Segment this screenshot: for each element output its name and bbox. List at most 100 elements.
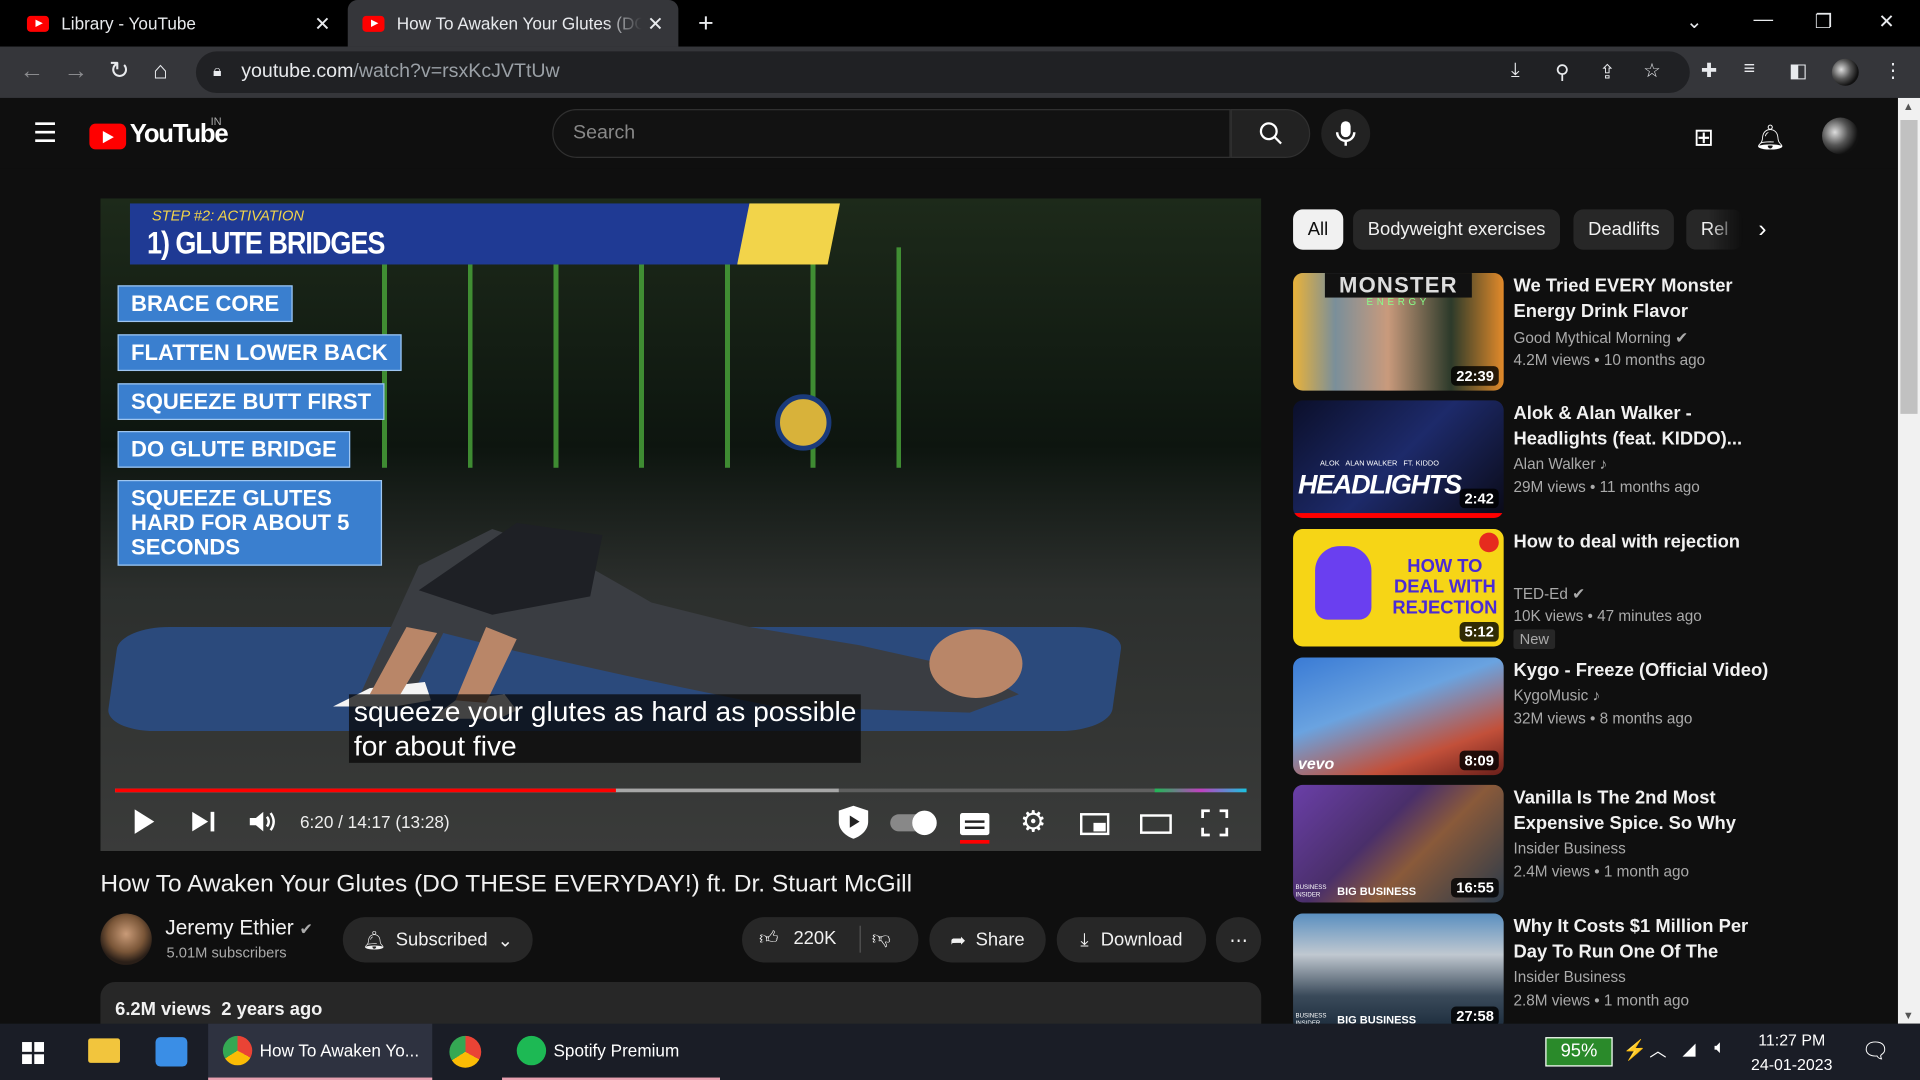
reload-icon[interactable]: ↻ [109,59,130,83]
recommendation-item[interactable]: vevo 8:09 Kygo - Freeze (Official Video)… [1293,657,1768,776]
sponsorblock-shield-icon[interactable] [835,803,872,840]
rec-title[interactable]: Why It Costs $1 Million Per Day To Run O… [1513,913,1770,964]
media-control-icon[interactable]: ≡ [1744,59,1755,81]
video-thumbnail[interactable]: vevo 8:09 [1293,657,1504,776]
scroll-up-icon[interactable]: ▲ [1903,100,1914,112]
dislike-button[interactable]: 👎︎ [872,928,891,950]
page-scrollbar[interactable]: ▲ ▼ [1897,97,1920,1024]
rec-channel[interactable]: Insider Business [1513,840,1625,857]
notifications-bell-icon[interactable]: 🔔︎ [1755,122,1786,153]
tab-current-video[interactable]: How To Awaken Your Glutes (DO THESE EVER… [347,0,679,47]
recommendation-item[interactable]: MONSTER ENERGY 22:39 We Tried EVERY Mons… [1293,273,1758,391]
video-thumbnail[interactable]: BUSINESS INSIDER BIG BUSINESS 16:55 [1293,784,1504,903]
address-bar[interactable]: 🔒︎ youtube.com/watch?v=rsxKcJVTtUw ⤓ ⚲ ⇪… [195,51,1690,94]
video-thumbnail[interactable]: MONSTER ENERGY 22:39 [1293,273,1504,391]
video-thumbnail[interactable]: ALOK ALAN WALKER FT. KIDDO HEADLIGHTS 2:… [1293,400,1504,518]
chip-all[interactable]: All [1293,209,1343,250]
install-app-icon[interactable]: ⤓ [1511,60,1520,82]
file-explorer-icon[interactable] [88,1038,121,1063]
battery-indicator[interactable]: 95% [1545,1037,1613,1067]
vevo-logo: vevo [1297,754,1335,773]
browser-menu-icon[interactable]: ⋮ [1883,59,1903,83]
speaker-icon[interactable]: 🔈︎ [1714,1037,1725,1058]
notification-center-icon[interactable]: 🗨︎ [1861,1038,1889,1064]
search-button[interactable] [1230,108,1311,158]
rec-title[interactable]: We Tried EVERY Monster Energy Drink Flav… [1513,273,1770,324]
youtube-logo-icon[interactable] [89,123,127,150]
download-button[interactable]: ⤓ Download [1056,917,1207,963]
rec-channel[interactable]: KygoMusic ♪ [1513,687,1600,704]
rec-title[interactable]: Kygo - Freeze (Official Video) [1513,658,1770,684]
miniplayer-icon[interactable] [1080,813,1110,836]
new-tab-button[interactable]: + [698,7,714,39]
rec-title[interactable]: How to deal with rejection [1513,529,1770,555]
tab-search-icon[interactable]: ⌄ [1686,10,1702,34]
system-clock[interactable]: 11:27 PM 24-01-2023 [1751,1029,1832,1078]
chip-deadlifts[interactable]: Deadlifts [1573,209,1675,250]
windows-start-icon[interactable] [22,1042,45,1065]
zoom-icon[interactable]: ⚲ [1555,60,1569,84]
account-avatar[interactable] [1822,117,1859,155]
taskbar-chrome-window[interactable]: How To Awaken Yo... [208,1023,433,1080]
like-count[interactable]: 220K [793,928,836,949]
extensions-icon[interactable]: ✚ [1701,59,1717,83]
like-button[interactable]: 👍︎ [759,928,778,950]
subtitles-icon[interactable] [960,813,990,836]
wifi-icon[interactable]: ◢ [1682,1038,1695,1059]
scrollbar-thumb[interactable] [1900,120,1918,414]
progress-bar[interactable] [115,788,1247,793]
back-icon[interactable]: ← [20,59,44,83]
verified-check-icon: ✔ [1572,585,1586,603]
show-hidden-icons-chevron-icon[interactable]: ︿ [1649,1038,1666,1062]
close-tab-icon[interactable]: ✕ [314,12,330,36]
bookmark-star-icon[interactable]: ☆ [1643,59,1661,83]
scroll-down-icon[interactable]: ▼ [1903,1009,1914,1021]
rec-channel[interactable]: Good Mythical Morning ✔ [1513,328,1687,346]
close-tab-icon[interactable]: ✕ [647,12,663,36]
channel-avatar[interactable] [100,913,152,965]
voice-search-button[interactable] [1321,108,1371,158]
recommendation-item[interactable]: BUSINESS INSIDER BIG BUSINESS 16:55 Vani… [1293,784,1758,903]
lock-icon[interactable]: 🔒︎ [213,61,221,81]
taskbar-spotify[interactable]: Spotify Premium [502,1024,721,1080]
play-icon[interactable] [132,808,156,835]
recommendation-item[interactable]: ALOK ALAN WALKER FT. KIDDO HEADLIGHTS 2:… [1293,400,1758,518]
chip-related[interactable]: Rel [1686,209,1743,250]
more-actions-button[interactable]: ⋯ [1215,917,1262,963]
video-player[interactable]: STEP #2: ACTIVATION 1) GLUTE BRIDGES BRA… [100,198,1262,852]
side-panel-icon[interactable]: ◧ [1789,59,1808,83]
create-video-icon[interactable]: ⊞ [1693,122,1714,153]
channel-name[interactable]: Jeremy Ethier ✔ [165,916,313,940]
rec-channel[interactable]: TED-Ed ✔ [1513,584,1585,602]
autoplay-toggle[interactable] [890,810,937,836]
recommendation-item[interactable]: BUSINESS INSIDER BIG BUSINESS 27:58 Why … [1293,913,1758,1032]
guide-menu-icon[interactable]: ☰ [33,118,57,150]
chrome-icon[interactable] [449,1035,482,1068]
restore-icon[interactable]: ❐ [1815,10,1833,34]
rec-title[interactable]: Alok & Alan Walker - Headlights (feat. K… [1513,400,1770,451]
volume-icon[interactable] [249,809,278,833]
settings-gear-icon[interactable]: ⚙ [1020,804,1046,840]
tab-library[interactable]: Library - YouTube ✕ [0,0,345,47]
forward-icon[interactable]: → [64,59,88,83]
recommendation-item[interactable]: HOW TO DEAL WITH REJECTION 5:12 How to d… [1293,528,1758,649]
search-input[interactable]: Search [552,108,1231,158]
video-thumbnail[interactable]: HOW TO DEAL WITH REJECTION 5:12 [1293,528,1504,647]
video-thumbnail[interactable]: BUSINESS INSIDER BIG BUSINESS 27:58 [1293,913,1504,1032]
profile-avatar[interactable] [1831,58,1859,86]
minimize-icon[interactable]: — [1753,10,1773,32]
next-icon[interactable] [191,811,218,833]
mail-app-icon[interactable] [155,1037,188,1067]
chips-next-chevron-icon[interactable]: › [1758,216,1766,244]
rec-title[interactable]: Vanilla Is The 2nd Most Expensive Spice.… [1513,785,1770,836]
subscribed-button[interactable]: 🔔︎ Subscribed ⌄ [342,917,533,963]
theater-mode-icon[interactable] [1140,814,1172,834]
rec-channel[interactable]: Insider Business [1513,969,1625,986]
rec-channel[interactable]: Alan Walker ♪ [1513,456,1607,473]
share-icon[interactable]: ⇪ [1599,60,1615,84]
chip-bodyweight-exercises[interactable]: Bodyweight exercises [1353,209,1561,250]
fullscreen-icon[interactable] [1201,809,1229,837]
close-window-icon[interactable]: ✕ [1878,10,1894,34]
home-icon[interactable]: ⌂ [153,59,168,83]
share-button[interactable]: ➦ Share [929,917,1046,963]
